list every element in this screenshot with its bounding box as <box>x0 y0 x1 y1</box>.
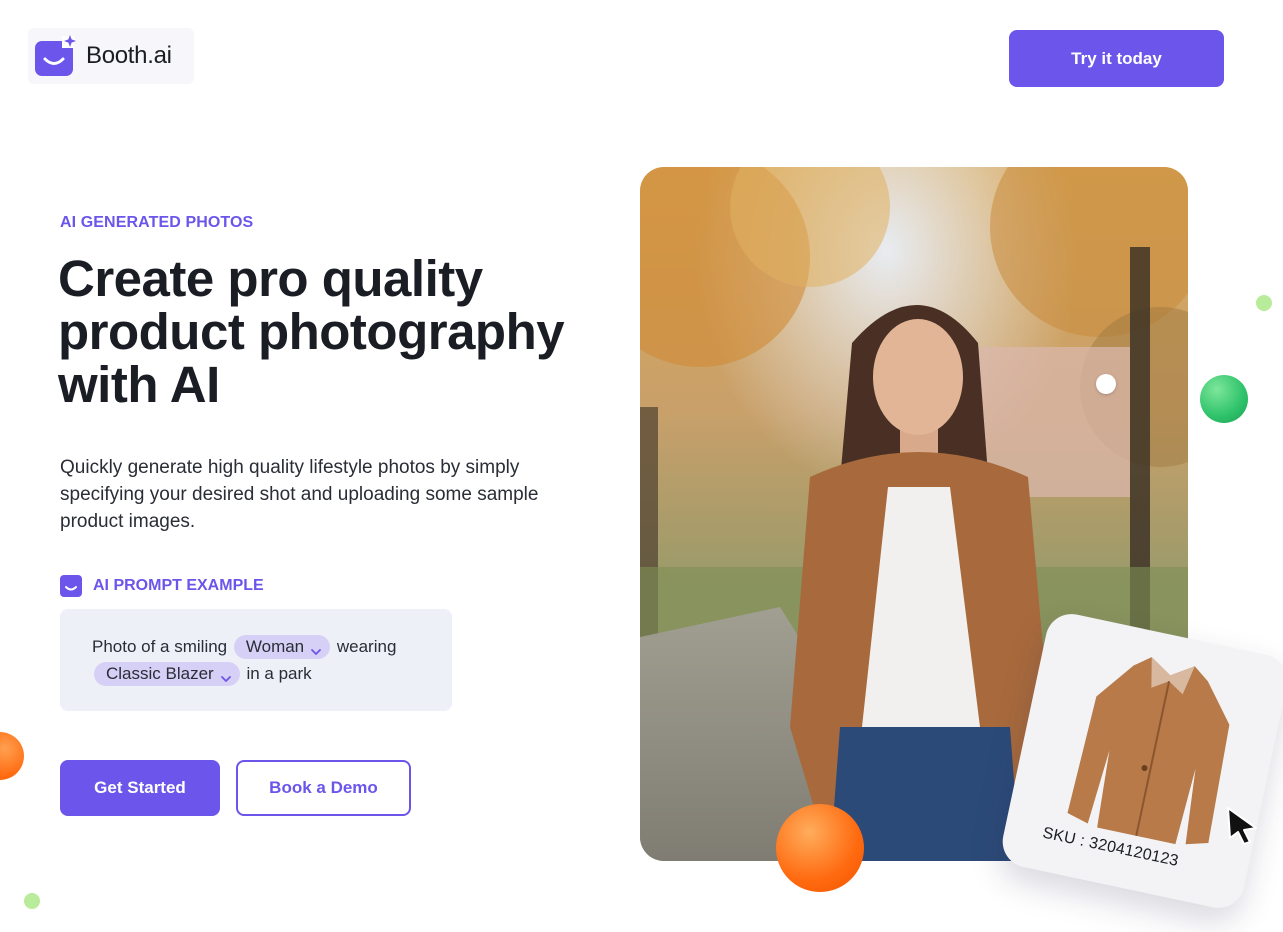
cursor-icon <box>1226 806 1260 846</box>
headline-line-2: product photography <box>58 303 565 360</box>
chevron-down-icon <box>310 641 322 655</box>
decorative-orange-circle-left <box>0 732 24 780</box>
prompt-example-label: AI PROMPT EXAMPLE <box>93 577 264 594</box>
decorative-green-circle <box>1200 375 1248 423</box>
decorative-white-dot <box>1096 374 1116 394</box>
logo-text: Booth.ai <box>86 42 172 69</box>
eyebrow-label: AI GENERATED PHOTOS <box>60 214 254 231</box>
subject-dropdown-value: Woman <box>245 637 305 656</box>
subject-dropdown[interactable]: Woman <box>233 635 331 659</box>
booth-logo-icon <box>32 34 76 78</box>
page-title: Create pro quality product photography w… <box>58 252 618 411</box>
logo[interactable]: Booth.ai <box>28 28 194 84</box>
jacket-product-image <box>1067 657 1230 845</box>
prompt-text: in a park <box>246 664 312 683</box>
decorative-lightgreen-dot <box>24 893 40 909</box>
headline-line-3: with AI <box>58 356 220 413</box>
headline-line-1: Create pro quality <box>58 250 483 307</box>
get-started-button[interactable]: Get Started <box>60 760 220 816</box>
prompt-text: wearing <box>336 637 397 656</box>
product-card: SKU : 3204120123 <box>997 609 1283 913</box>
prompt-example-box: Photo of a smiling Woman wearing Classic… <box>60 609 452 711</box>
chevron-down-icon <box>220 668 232 682</box>
prompt-text: Photo of a smiling <box>92 637 228 656</box>
hero-description: Quickly generate high quality lifestyle … <box>60 457 539 532</box>
book-demo-button[interactable]: Book a Demo <box>236 760 411 816</box>
product-dropdown-value: Classic Blazer <box>106 664 214 683</box>
decorative-orange-circle <box>776 804 864 892</box>
smile-icon <box>60 575 82 597</box>
product-dropdown[interactable]: Classic Blazer <box>94 662 240 686</box>
decorative-lightgreen-dot <box>1256 295 1272 311</box>
prompt-example-header: AI PROMPT EXAMPLE <box>60 575 264 597</box>
try-it-today-button[interactable]: Try it today <box>1009 30 1224 87</box>
